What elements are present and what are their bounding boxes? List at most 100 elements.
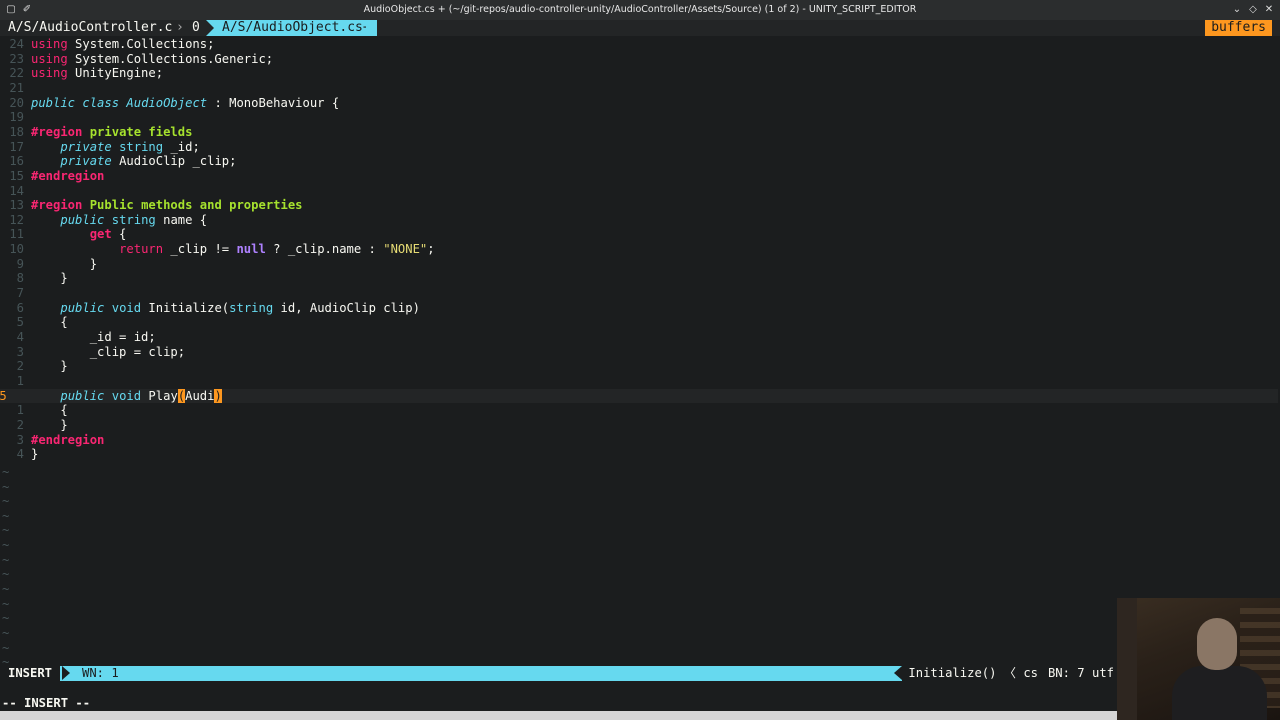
tilde-marker: ~ <box>2 552 10 567</box>
tab-audiocontroller[interactable]: A/S/AudioController.cs <box>4 20 185 36</box>
line-number: 2 <box>16 359 24 374</box>
code-line[interactable]: 4 _id = id; <box>0 330 1278 345</box>
window-titlebar: ▢ ✐ AudioObject.cs + (~/git-repos/audio-… <box>0 0 1280 20</box>
line-number: 7 <box>16 286 24 301</box>
code-line[interactable]: 2 } <box>0 418 1278 433</box>
code-text: public class AudioObject : MonoBehaviour… <box>31 95 340 110</box>
code-line[interactable]: 24 using System.Collections; <box>0 37 1278 52</box>
buffers-label[interactable]: buffers <box>1205 20 1272 36</box>
code-text: #region Public methods and properties <box>31 198 303 213</box>
line-number: 2 <box>16 417 24 432</box>
line-number: 4 <box>16 447 24 462</box>
tilde-marker: ~ <box>2 582 10 597</box>
code-line[interactable]: 16 private AudioClip _clip; <box>0 154 1278 169</box>
code-text: } <box>31 256 98 271</box>
line-number: 3 <box>16 344 24 359</box>
tilde-marker: ~ <box>2 479 10 494</box>
code-line[interactable]: 14 <box>0 184 1278 199</box>
tab-audioobject[interactable]: A/S/AudioObject.cs+ <box>206 20 377 36</box>
code-line[interactable]: 13 #region Public methods and properties <box>0 198 1278 213</box>
line-number: 6 <box>16 300 24 315</box>
window-number: WN: 1 <box>82 666 119 680</box>
line-number: 17 <box>9 139 24 154</box>
tab-arrow-icon <box>206 20 214 36</box>
code-text: } <box>31 359 68 374</box>
code-line[interactable]: 15 #endregion <box>0 169 1278 184</box>
line-number: 25 <box>0 388 7 403</box>
code-text: } <box>31 271 68 286</box>
code-text: _id = id; <box>31 330 156 344</box>
tabline: A/S/AudioController.cs › 0 A/S/AudioObje… <box>0 20 1280 36</box>
code-line[interactable]: 10 return _clip != null ? _clip.name : "… <box>0 242 1278 257</box>
close-icon[interactable]: ✕ <box>1262 3 1276 17</box>
mode-message: -- INSERT -- <box>2 696 91 710</box>
tab-count: 0 <box>188 20 204 36</box>
line-number: 16 <box>9 154 24 169</box>
maximize-icon[interactable]: ◇ <box>1246 3 1260 17</box>
code-editor[interactable]: 24 using System.Collections; 23 using Syste… <box>0 36 1280 669</box>
code-line[interactable]: 22 using UnityEngine; <box>0 66 1278 81</box>
code-text: using UnityEngine; <box>31 66 164 81</box>
code-line[interactable]: 3 _clip = clip; <box>0 345 1278 360</box>
chevron-down-icon[interactable]: ⌄ <box>1230 3 1244 17</box>
code-text: _clip = clip; <box>31 344 186 359</box>
window-title: AudioObject.cs + (~/git-repos/audio-cont… <box>363 4 917 15</box>
tilde-marker: ~ <box>2 464 10 479</box>
code-text: private AudioClip _clip; <box>60 154 237 169</box>
line-number: 22 <box>9 66 24 81</box>
code-line[interactable]: 3 #endregion <box>0 433 1278 448</box>
code-line[interactable]: 19 <box>0 110 1278 125</box>
code-line[interactable]: 23 using System.Collections.Generic; <box>0 52 1278 67</box>
code-line[interactable]: 9 } <box>0 257 1278 272</box>
code-text: { <box>31 315 68 330</box>
code-text: using System.Collections.Generic; <box>31 51 274 66</box>
code-line[interactable]: 1 { <box>0 403 1278 418</box>
line-number: 4 <box>16 330 24 344</box>
code-text: public void Initialize(string id, AudioC… <box>60 300 420 315</box>
code-line[interactable]: 20 public class AudioObject : MonoBehavio… <box>0 96 1278 111</box>
code-line[interactable]: 21 <box>0 81 1278 96</box>
line-number: 21 <box>9 80 24 95</box>
line-number: 10 <box>9 242 24 257</box>
empty-line-marker: ~ <box>0 465 1278 480</box>
empty-line-marker: ~ <box>0 538 1278 553</box>
code-line[interactable]: 8 } <box>0 271 1278 286</box>
line-number: 20 <box>9 95 24 110</box>
line-number: 23 <box>9 51 24 66</box>
code-text: public void Play(Audi) <box>60 388 222 403</box>
code-line[interactable]: 17 private string _id; <box>0 140 1278 155</box>
statusline: INSERT WN: 1 Initialize() 〈 cs BN: 7 utf <box>0 666 1280 681</box>
code-line[interactable]: 6 public void Initialize(string id, Audi… <box>0 301 1278 316</box>
line-number: 8 <box>16 271 24 286</box>
line-number: 13 <box>9 198 24 213</box>
command-line[interactable]: -- INSERT -- <box>0 681 1280 711</box>
code-line[interactable]: 12 public string name { <box>0 213 1278 228</box>
code-line[interactable]: 11 get { <box>0 227 1278 242</box>
code-line[interactable]: 7 <box>0 286 1278 301</box>
line-number: 3 <box>16 432 24 447</box>
code-line[interactable]: 18 #region private fields <box>0 125 1278 140</box>
empty-line-marker: ~ <box>0 509 1278 524</box>
code-line[interactable]: 4} <box>0 447 1278 462</box>
line-number: 5 <box>16 315 24 330</box>
line-number: 14 <box>9 183 24 198</box>
tilde-marker: ~ <box>2 494 10 509</box>
code-text: public string name { <box>60 212 208 227</box>
code-text: #endregion <box>31 168 105 183</box>
empty-line-marker: ~ <box>0 494 1278 509</box>
empty-line-marker: ~ <box>0 553 1278 568</box>
code-text: using System.Collections; <box>31 37 215 51</box>
empty-line-marker: ~ <box>0 480 1278 495</box>
code-line[interactable]: 2 } <box>0 359 1278 374</box>
code-line[interactable]: 5 { <box>0 315 1278 330</box>
current-code-line[interactable]: 25 public void Play(Audi) <box>0 388 1278 404</box>
code-line[interactable]: 1 <box>0 374 1278 389</box>
code-text: get { <box>89 227 127 242</box>
current-function: Initialize() 〈 cs <box>902 666 1044 681</box>
line-number: 11 <box>9 227 24 242</box>
empty-line-marker: ~ <box>0 626 1278 641</box>
line-number: 18 <box>9 124 24 139</box>
empty-line-marker: ~ <box>0 523 1278 538</box>
empty-line-marker: ~ <box>0 567 1278 582</box>
webcam-person-head <box>1197 618 1237 670</box>
